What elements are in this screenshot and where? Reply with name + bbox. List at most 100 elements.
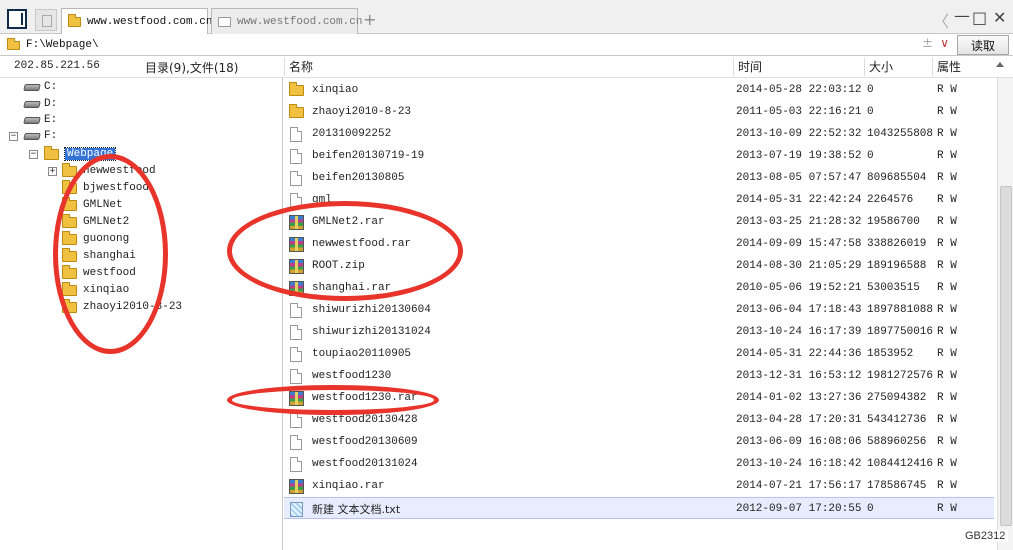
close-icon[interactable]: ✕: [993, 8, 1006, 27]
column-size[interactable]: 大小: [864, 58, 932, 76]
file-name-cell: toupiao20110905: [288, 343, 728, 365]
file-type-icon: [288, 192, 304, 208]
file-time: 2013-10-24 16:18:42: [736, 458, 862, 470]
rar-archive-icon: [288, 390, 304, 406]
tree-folder-shanghai[interactable]: shanghai: [62, 247, 136, 264]
file-row[interactable]: westfood20131024 2013-10-24 16:18:42 10844…: [284, 453, 994, 475]
tree-drive-c[interactable]: C:: [23, 79, 57, 95]
chevron-down-icon[interactable]: ∨: [940, 36, 949, 50]
file-row[interactable]: shanghai.rar 2010-05-06 19:52:21 53003515 R…: [284, 277, 994, 299]
file-size: 338826019: [867, 238, 927, 250]
file-name-cell: 201310092252: [288, 123, 728, 145]
file-type-icon: [288, 434, 304, 450]
folder-label: newwestfood: [83, 165, 156, 177]
file-time: 2010-05-06 19:52:21: [736, 282, 862, 294]
file-name: beifen20130719-19: [312, 150, 425, 162]
folder-icon: [62, 281, 77, 296]
scrollbar-thumb[interactable]: [1000, 186, 1012, 526]
plus-minus-icon[interactable]: ±: [922, 36, 933, 51]
drive-icon: [23, 116, 41, 124]
file-time: 2013-10-24 16:17:39: [736, 326, 862, 338]
tree-folder-westfood[interactable]: westfood: [62, 264, 136, 281]
file-row[interactable]: GMLNet2.rar 2013-03-25 21:28:32 19586700 R …: [284, 211, 994, 233]
tree-folder-zhaoyi[interactable]: zhaoyi2010-8-23: [62, 298, 182, 315]
tree-folder-gmlnet2[interactable]: GMLNet2: [62, 213, 129, 230]
file-name: westfood1230: [312, 370, 392, 382]
panel-toggle-icon[interactable]: [7, 9, 27, 29]
maximize-icon[interactable]: □: [972, 8, 987, 27]
tree-folder-xinqiao[interactable]: xinqiao: [62, 281, 130, 298]
text-file-icon: [289, 501, 303, 517]
file-row[interactable]: beifen20130805 2013-08-05 07:57:47 8096855…: [284, 167, 994, 189]
file-row[interactable]: toupiao20110905 2014-05-31 22:44:36 185395…: [284, 343, 994, 365]
tab-westfood-inactive[interactable]: www.westfood.com.cn: [211, 8, 362, 34]
file-name: newwestfood.rar: [312, 238, 412, 250]
file-size: 189196588: [867, 260, 927, 272]
tab-westfood-active[interactable]: www.westfood.com.cn: [61, 8, 212, 35]
file-time: 2013-04-28 17:20:31: [736, 414, 862, 426]
file-row[interactable]: westfood20130609 2013-06-09 16:08:06 58896…: [284, 431, 994, 453]
file-row[interactable]: 201310092252 2013-10-09 22:52:32 104325580…: [284, 123, 994, 145]
file-row[interactable]: 新建 文本文档.txt 2012-09-07 17:20:55 0 R W: [284, 497, 994, 519]
ip-address: 202.85.221.56: [14, 60, 100, 72]
minimize-icon[interactable]: —: [954, 6, 970, 25]
file-attr: R W: [937, 106, 957, 118]
path-input[interactable]: F:\Webpage\: [4, 36, 952, 54]
file-time: 2013-07-19 19:38:52: [736, 150, 862, 162]
file-type-icon: [288, 81, 304, 98]
file-type-icon: [288, 302, 304, 318]
file-size: 0: [867, 150, 874, 162]
tree-folder-gmlnet[interactable]: GMLNet: [62, 196, 123, 213]
column-name[interactable]: 名称: [284, 58, 733, 76]
new-tab-button[interactable]: +: [363, 10, 376, 29]
expand-toggle-icon[interactable]: +: [48, 167, 57, 176]
tree-folder-newwestfood[interactable]: newwestfood: [62, 162, 156, 179]
collapse-toggle-icon[interactable]: −: [9, 132, 18, 141]
file-row[interactable]: shiwurizhi20130604 2013-06-04 17:18:43 189…: [284, 299, 994, 321]
rar-archive-icon: [288, 214, 304, 230]
file-attr: R W: [937, 150, 957, 162]
folder-icon: [62, 264, 77, 279]
file-type-icon: [288, 148, 304, 164]
tree-drive-d[interactable]: D:: [23, 96, 57, 112]
rar-archive-icon: [288, 236, 304, 252]
tree-folder-guonong[interactable]: guonong: [62, 230, 129, 247]
file-icon: [290, 170, 302, 186]
file-row[interactable]: gml 2014-05-31 22:42:24 2264576 R W: [284, 189, 994, 211]
tab-label: www.westfood.com.cn: [237, 15, 363, 28]
file-size: 1897750016: [867, 326, 934, 338]
file-row[interactable]: ROOT.zip 2014-08-30 21:05:29 189196588 R W: [284, 255, 994, 277]
file-icon: [290, 346, 302, 362]
collapse-toggle-icon[interactable]: −: [29, 150, 38, 159]
folder-label: GMLNet: [83, 199, 123, 211]
file-row[interactable]: beifen20130719-19 2013-07-19 19:38:52 0 R W: [284, 145, 994, 167]
folder-icon: [62, 213, 77, 228]
vertical-scrollbar[interactable]: [997, 78, 1013, 550]
file-row[interactable]: xinqiao 2014-05-28 22:03:12 0 R W: [284, 79, 994, 101]
tree-folder-bjwestfood[interactable]: bjwestfood: [62, 179, 149, 196]
file-size: 0: [867, 84, 874, 96]
file-row[interactable]: xinqiao.rar 2014-07-21 17:56:17 178586745 R…: [284, 475, 994, 497]
file-row[interactable]: westfood1230.rar 2014-01-02 13:27:36 27509…: [284, 387, 994, 409]
column-time[interactable]: 时间: [733, 58, 864, 76]
blank-page-icon[interactable]: [35, 9, 57, 31]
tree-drive-e[interactable]: E:: [23, 112, 57, 128]
file-row[interactable]: newwestfood.rar 2014-09-09 15:47:58 338826…: [284, 233, 994, 255]
file-name: westfood20130428: [312, 414, 418, 426]
file-type-icon: [288, 412, 304, 428]
tree-folder-webpage[interactable]: Webpage: [44, 145, 117, 162]
file-row[interactable]: zhaoyi2010-8-23 2011-05-03 22:16:21 0 R W: [284, 101, 994, 123]
folder-label: xinqiao: [83, 284, 130, 296]
read-button[interactable]: 读取: [957, 35, 1009, 55]
tree-drive-f[interactable]: F:: [23, 128, 57, 144]
column-attr[interactable]: 属性: [932, 58, 996, 76]
file-size: 1043255808: [867, 128, 934, 140]
tab-label: www.westfood.com.cn: [87, 16, 213, 28]
file-row[interactable]: shiwurizhi20131024 2013-10-24 16:17:39 189…: [284, 321, 994, 343]
file-row[interactable]: westfood20130428 2013-04-28 17:20:31 54341…: [284, 409, 994, 431]
file-list: xinqiao 2014-05-28 22:03:12 0 R Wzhaoyi2010…: [284, 78, 997, 550]
file-row[interactable]: westfood1230 2013-12-31 16:53:12 198127257…: [284, 365, 994, 387]
scroll-up-arrow-icon[interactable]: [996, 62, 1004, 67]
column-header: 202.85.221.56 目录(9),文件(18) 名称 时间 大小 属性: [0, 56, 1013, 78]
back-chevron-icon[interactable]: 〈: [933, 8, 949, 32]
